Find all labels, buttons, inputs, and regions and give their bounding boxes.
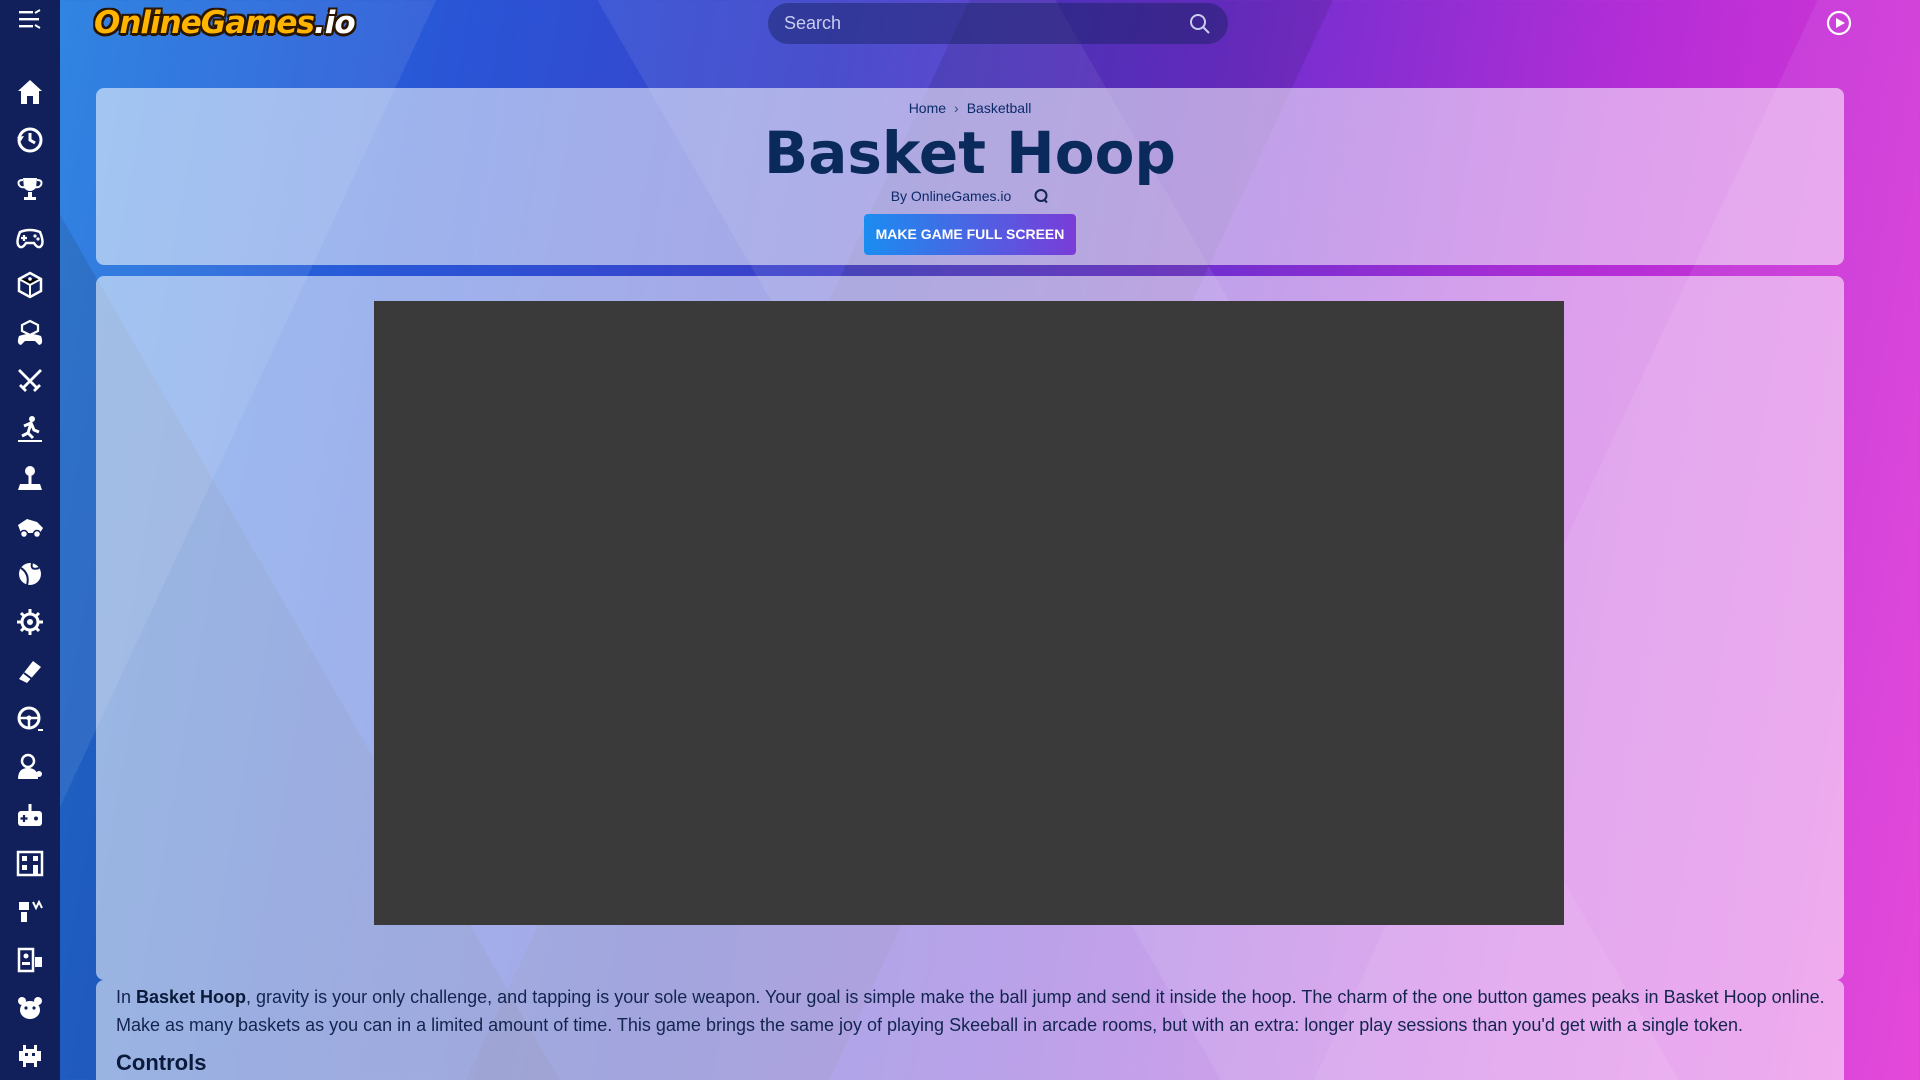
robot-icon [17, 947, 42, 972]
sidebar [0, 0, 60, 1080]
sidebar-item-controller[interactable] [0, 791, 60, 839]
sports-ball-icon [19, 562, 41, 586]
sidebar-item-puzzle[interactable] [0, 309, 60, 357]
game-header-panel: Home › Basketball Basket Hoop By OnlineG… [96, 88, 1844, 265]
sidebar-item-runner[interactable] [0, 405, 60, 453]
swords-icon [18, 369, 42, 393]
search-icon[interactable] [1188, 12, 1212, 36]
byline: By OnlineGames.io [96, 188, 1844, 204]
steering-wheel-icon [17, 706, 43, 731]
search-input[interactable]: Search [784, 13, 1188, 34]
logo-main-text: OnlineGames [94, 5, 315, 41]
sidebar-item-shooting[interactable] [0, 646, 60, 694]
sidebar-item-space[interactable] [0, 1032, 60, 1080]
description-game-name: Basket Hoop [136, 987, 247, 1007]
trophy-icon [17, 177, 43, 200]
search-bar[interactable]: Search [768, 3, 1228, 44]
breadcrumb: Home › Basketball [96, 100, 1844, 116]
sidebar-item-gamepad[interactable] [0, 213, 60, 261]
settings-gear-icon [17, 609, 43, 636]
sidebar-item-person[interactable] [0, 743, 60, 791]
bear-icon [18, 996, 42, 1019]
description-body: , gravity is your only challenge, and ta… [116, 987, 1825, 1035]
sidebar-item-racing[interactable] [0, 502, 60, 550]
dice-icon [17, 271, 43, 299]
sidebar-item-building[interactable] [0, 839, 60, 887]
hamburger-menu-icon [19, 9, 41, 29]
sidebar-item-home[interactable] [0, 68, 60, 116]
comment-icon[interactable] [1033, 188, 1049, 204]
game-canvas[interactable] [374, 301, 1564, 925]
shooting-icon [19, 661, 41, 684]
fullscreen-button[interactable]: MAKE GAME FULL SCREEN [863, 214, 1077, 255]
page-title: Basket Hoop [764, 119, 1176, 187]
breadcrumb-separator: › [954, 100, 959, 116]
game-description: In Basket Hoop, gravity is your only cha… [116, 983, 1830, 1039]
sidebar-item-joystick[interactable] [0, 454, 60, 502]
building-icon [16, 850, 44, 877]
puzzle-icon [17, 319, 43, 346]
sidebar-item-robot[interactable] [0, 935, 60, 983]
controls-heading: Controls [116, 1050, 207, 1075]
sidebar-item-settings[interactable] [0, 598, 60, 646]
sidebar-item-steering[interactable] [0, 695, 60, 743]
breadcrumb-category-link[interactable]: Basketball [967, 100, 1032, 116]
history-icon [17, 127, 43, 153]
racing-icon [18, 518, 43, 539]
joystick-icon [18, 465, 42, 490]
runner-icon [18, 416, 42, 443]
breadcrumb-home-link[interactable]: Home [909, 100, 946, 116]
logo-suffix-text: .io [313, 5, 356, 41]
game-panel [96, 276, 1844, 980]
site-logo[interactable]: OnlineGames.io [88, 4, 361, 42]
byline-author[interactable]: By OnlineGames.io [891, 188, 1012, 204]
play-circle-icon[interactable] [1826, 10, 1852, 36]
sidebar-item-history[interactable] [0, 116, 60, 164]
sidebar-item-bear[interactable] [0, 984, 60, 1032]
description-panel: In Basket Hoop, gravity is your only cha… [96, 980, 1844, 1080]
sidebar-item-sports[interactable] [0, 550, 60, 598]
top-bar: OnlineGames.io Search [60, 0, 1920, 48]
sidebar-item-dice[interactable] [0, 261, 60, 309]
menu-toggle-button[interactable] [0, 0, 60, 38]
description-prefix: In [116, 987, 137, 1007]
home-icon [18, 80, 42, 105]
controller-icon [18, 803, 42, 826]
sidebar-item-trophy[interactable] [0, 164, 60, 212]
sidebar-category-list [0, 68, 60, 1080]
sidebar-item-blocks[interactable] [0, 887, 60, 935]
space-invader-icon [19, 1044, 41, 1067]
blocks-icon [19, 900, 43, 923]
gamepad-icon [16, 228, 44, 249]
sidebar-item-swords[interactable] [0, 357, 60, 405]
person-icon [18, 753, 42, 779]
